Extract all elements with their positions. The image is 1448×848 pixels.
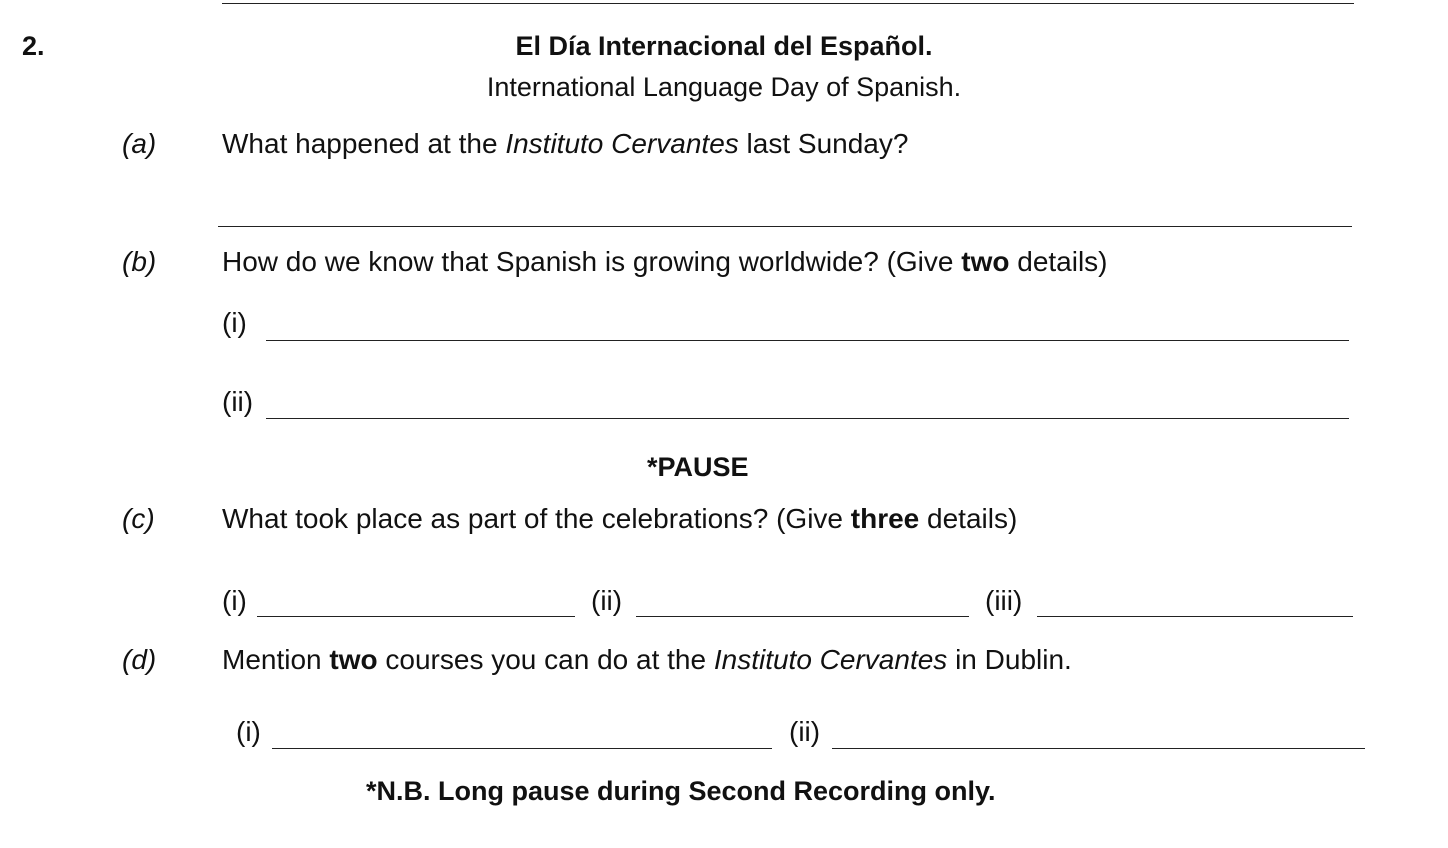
- part-d-answer-1-line[interactable]: [272, 748, 772, 749]
- part-b-text-1: How do we know that Spanish is growing w…: [222, 246, 962, 277]
- part-d-answer-1-label: (i): [236, 716, 261, 747]
- part-c-answer-1-label: (i): [222, 585, 247, 616]
- part-b-answer-1-line[interactable]: [266, 340, 1349, 341]
- part-d-answer-2-label: (ii): [789, 716, 821, 747]
- part-a-text-italic: Instituto Cervantes: [505, 128, 739, 159]
- part-b-answer-1-label: (i): [222, 307, 247, 338]
- part-d-answer-2-line[interactable]: [832, 748, 1365, 749]
- part-d-text-3: in Dublin.: [947, 644, 1072, 675]
- part-c-answer-2-line[interactable]: [636, 616, 969, 617]
- exam-page: 2. El Día Internacional del Español. Int…: [0, 0, 1448, 848]
- part-d-text-italic: Instituto Cervantes: [713, 644, 948, 675]
- part-c-text-bold: three: [850, 503, 920, 534]
- part-d-text-1: Mention: [222, 644, 330, 675]
- pause-label: *PAUSE: [647, 452, 749, 482]
- part-b-text-2: details): [1009, 246, 1108, 277]
- part-b-letter: (b): [122, 246, 157, 277]
- part-c-answer-3-label: (iii): [985, 585, 1023, 616]
- part-c-answer-2-label: (ii): [591, 585, 623, 616]
- part-c-letter: (c): [122, 503, 155, 534]
- part-d-question: Mention two courses you can do at the In…: [222, 644, 1072, 676]
- part-a-text-2: last Sunday?: [738, 128, 909, 159]
- question-title: El Día Internacional del Español.: [515, 31, 933, 61]
- question-subtitle: International Language Day of Spanish.: [486, 72, 962, 102]
- top-rule: [222, 3, 1354, 4]
- part-d-letter: (d): [122, 644, 157, 675]
- part-b-text-bold: two: [961, 246, 1010, 277]
- part-a-question: What happened at the Instituto Cervantes…: [222, 128, 908, 160]
- part-a-letter: (a): [122, 128, 157, 159]
- part-b-question: How do we know that Spanish is growing w…: [222, 246, 1108, 278]
- part-a-text-1: What happened at the: [222, 128, 506, 159]
- part-c-answer-3-line[interactable]: [1037, 616, 1353, 617]
- part-d-text-2: courses you can do at the: [377, 644, 714, 675]
- part-c-text-1: What took place as part of the celebrati…: [222, 503, 851, 534]
- part-a-answer-line[interactable]: [218, 226, 1352, 227]
- part-c-question: What took place as part of the celebrati…: [222, 503, 1017, 535]
- part-c-answer-1-line[interactable]: [257, 616, 575, 617]
- footer-note: *N.B. Long pause during Second Recording…: [366, 776, 996, 806]
- part-c-text-2: details): [919, 503, 1018, 534]
- part-d-text-bold: two: [329, 644, 378, 675]
- part-b-answer-2-line[interactable]: [266, 418, 1349, 419]
- part-b-answer-2-label: (ii): [222, 386, 254, 417]
